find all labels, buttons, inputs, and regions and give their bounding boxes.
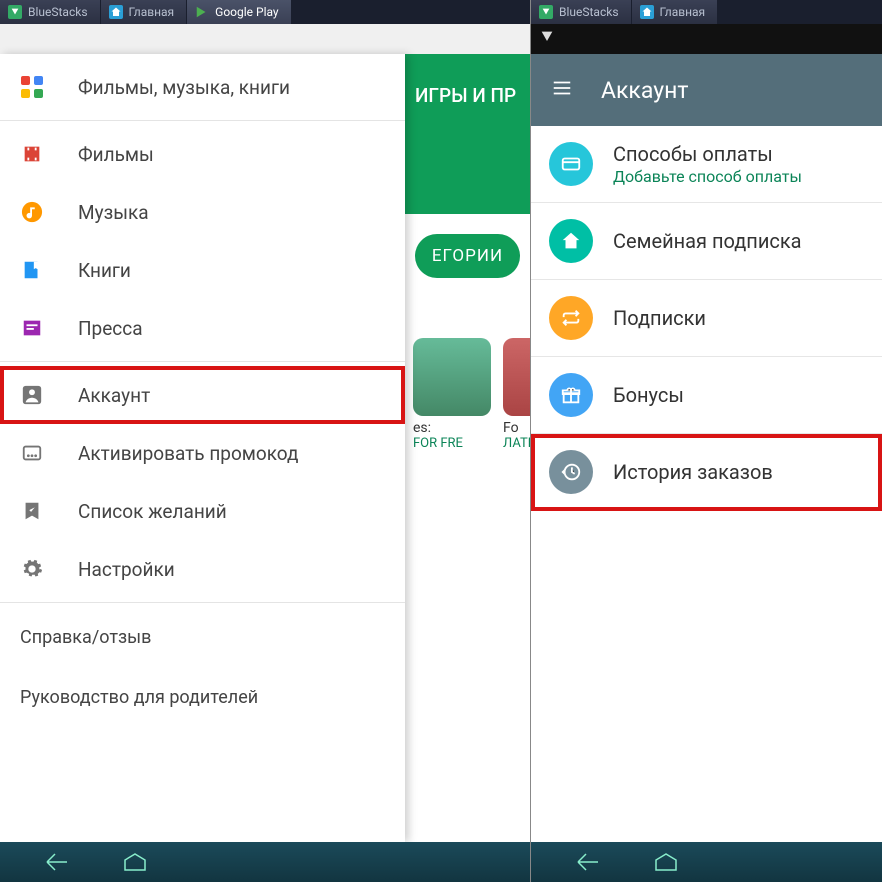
drawer-label: Аккаунт (78, 384, 150, 407)
drawer-label: Настройки (78, 558, 175, 581)
home-icon (640, 5, 654, 19)
drawer-label: Книги (78, 259, 131, 282)
account-title: Аккаунт (601, 77, 688, 104)
drawer-item-entertainment[interactable]: Фильмы, музыка, книги (0, 58, 405, 116)
app-card[interactable]: es: For Fre (413, 338, 491, 451)
home-button[interactable] (651, 851, 681, 873)
account-icon (20, 383, 44, 407)
drawer-label: Фильмы (78, 143, 154, 166)
account-item-label: Подписки (613, 306, 706, 331)
movies-icon (20, 142, 44, 166)
tab-bluestacks[interactable]: BlueStacks (0, 0, 101, 24)
account-item-payment[interactable]: Способы оплаты Добавьте способ оплаты (531, 126, 882, 203)
drawer-label: Фильмы, музыка, книги (78, 76, 290, 99)
drawer-label: Справка/отзыв (20, 627, 151, 648)
account-body: Аккаунт Способы оплаты Добавьте способ о… (531, 24, 882, 842)
tab-label: Главная (129, 5, 175, 19)
peek-header: ИГРЫ И ПР (405, 54, 530, 214)
app-strip-right (531, 24, 882, 54)
account-item-history[interactable]: История заказов (531, 434, 882, 511)
play-background-peek: ИГРЫ И ПР ЕГОРИИ es: For Fre Fo ЛАТНО (405, 54, 530, 842)
account-item-family[interactable]: Семейная подписка (531, 203, 882, 280)
tab-google-play[interactable]: Google Play (187, 0, 291, 24)
bluestacks-icon (8, 5, 22, 19)
wishlist-icon (20, 499, 44, 523)
account-item-label: Бонусы (613, 383, 684, 408)
tab-label: BlueStacks (559, 5, 619, 19)
hamburger-icon[interactable] (551, 77, 573, 103)
bluestacks-handle-icon[interactable] (539, 29, 555, 49)
news-icon (20, 316, 44, 340)
play-store-icon (195, 5, 209, 19)
android-navbar-right (531, 842, 882, 882)
home-icon (109, 5, 123, 19)
categories-chip[interactable]: ЕГОРИИ (415, 234, 520, 278)
bluestacks-icon (539, 5, 553, 19)
drawer-label: Активировать промокод (78, 442, 298, 465)
back-button[interactable] (571, 851, 601, 873)
drawer-item-news[interactable]: Пресса (0, 299, 405, 357)
history-icon (549, 450, 593, 494)
tab-bar-left: BlueStacks Главная Google Play (0, 0, 530, 24)
card-icon (549, 142, 593, 186)
account-item-sub: Добавьте способ оплаты (613, 167, 802, 186)
account-header: Аккаунт (531, 54, 882, 126)
home-button[interactable] (120, 851, 150, 873)
tab-bar-right: BlueStacks Главная (531, 0, 882, 24)
drawer-item-books[interactable]: Книги (0, 241, 405, 299)
account-item-rewards[interactable]: Бонусы (531, 357, 882, 434)
account-item-subs[interactable]: Подписки (531, 280, 882, 357)
account-item-label: История заказов (613, 460, 773, 485)
entertainment-icon (20, 75, 44, 99)
drawer-item-settings[interactable]: Настройки (0, 540, 405, 598)
android-navbar-left (0, 842, 530, 882)
tab-bluestacks[interactable]: BlueStacks (531, 0, 632, 24)
account-list: Способы оплаты Добавьте способ оплаты Се… (531, 126, 882, 511)
tab-home[interactable]: Главная (632, 0, 719, 24)
tab-home[interactable]: Главная (101, 0, 188, 24)
family-icon (549, 219, 593, 263)
repeat-icon (549, 296, 593, 340)
drawer-item-help[interactable]: Справка/отзыв (0, 607, 405, 667)
drawer-label: Музыка (78, 201, 149, 224)
books-icon (20, 258, 44, 282)
drawer-label: Пресса (78, 317, 143, 340)
account-item-label: Способы оплаты (613, 142, 802, 167)
gear-icon (20, 557, 44, 581)
peek-cards: es: For Fre Fo ЛАТНО (405, 298, 530, 451)
app-thumb (413, 338, 491, 416)
drawer-item-wishlist[interactable]: Список желаний (0, 482, 405, 540)
screen-left: BlueStacks Главная Google Play ИГРЫ И ПР (0, 0, 530, 882)
drawer-item-redeem[interactable]: Активировать промокод (0, 424, 405, 482)
screen-right: BlueStacks Главная Аккаунт (530, 0, 882, 882)
drawer-label: Руководство для родителей (20, 687, 258, 708)
tab-label: Google Play (215, 5, 278, 19)
drawer-item-parent-guide[interactable]: Руководство для родителей (0, 667, 405, 727)
tab-label: BlueStacks (28, 5, 88, 19)
drawer-item-account[interactable]: Аккаунт (0, 366, 405, 424)
back-button[interactable] (40, 851, 70, 873)
music-icon (20, 200, 44, 224)
drawer-item-movies[interactable]: Фильмы (0, 125, 405, 183)
play-nav-drawer: Фильмы, музыка, книги Фильмы Музыка (0, 54, 405, 842)
drawer-item-music[interactable]: Музыка (0, 183, 405, 241)
gift-icon (549, 373, 593, 417)
redeem-icon (20, 441, 44, 465)
tab-label: Главная (660, 5, 706, 19)
left-body: ИГРЫ И ПР ЕГОРИИ es: For Fre Fo ЛАТНО (0, 24, 530, 842)
drawer-label: Список желаний (78, 500, 227, 523)
account-item-label: Семейная подписка (613, 229, 802, 254)
